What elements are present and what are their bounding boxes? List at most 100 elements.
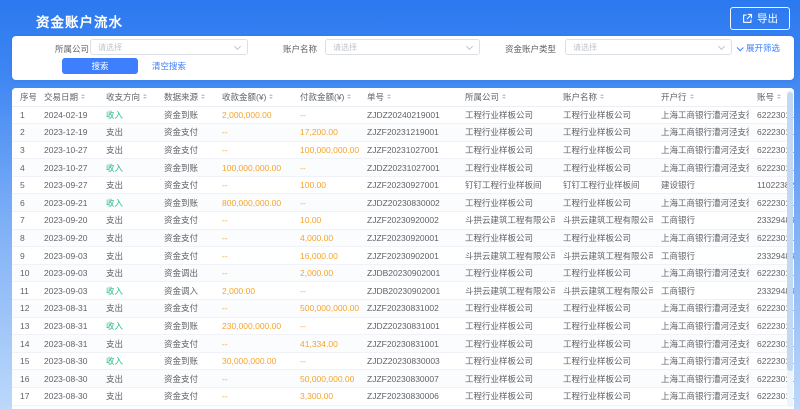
order-number-cell: ZJDB20230902001 [359, 282, 457, 300]
pay-amount-cell: -- [292, 159, 359, 177]
transaction-date-cell: 2023-08-31 [36, 317, 98, 335]
company-cell: 工程行业样板公司 [457, 388, 555, 406]
column-header-2[interactable]: 交易日期 [36, 88, 98, 106]
column-header-5[interactable]: 收款金额(¥) [214, 88, 292, 106]
company-cell: 工程行业样板公司 [457, 229, 555, 247]
account-type-filter-label: 资金账户类型 [505, 43, 556, 55]
vertical-scrollbar[interactable] [787, 90, 793, 407]
direction-cell: 支出 [98, 264, 156, 282]
account-name-cell: 工程行业样板公司 [555, 229, 653, 247]
sort-caret-icon[interactable] [269, 92, 273, 101]
direction-cell: 收入 [98, 352, 156, 370]
column-header-8[interactable]: 所属公司 [457, 88, 555, 106]
sort-caret-icon[interactable] [347, 92, 351, 101]
direction-cell: 支出 [98, 212, 156, 230]
table-row: 22023-12-19支出资金支付--17,200.00ZJZF20231219… [12, 124, 794, 142]
sort-caret-icon[interactable] [690, 92, 694, 101]
sort-caret-icon[interactable] [600, 92, 604, 101]
direction-cell: 支出 [98, 141, 156, 159]
export-icon [742, 13, 753, 24]
account-name-cell: 斗拱云建筑工程有限公司 [555, 282, 653, 300]
table-row: 102023-09-03支出资金调出--2,000.00ZJDB20230902… [12, 264, 794, 282]
table-row: 62023-09-21收入资金到账800,000,000.00--ZJDZ202… [12, 194, 794, 212]
row-index-cell: 12 [12, 300, 36, 318]
sort-caret-icon[interactable] [81, 92, 85, 101]
order-number-cell: ZJDZ20231027001 [359, 159, 457, 177]
table-row: 152023-08-30收入资金到账30,000,000.00--ZJDZ202… [12, 352, 794, 370]
order-number-cell: ZJZF20230830007 [359, 370, 457, 388]
company-cell: 工程行业样板公司 [457, 159, 555, 177]
search-button[interactable]: 搜索 [62, 58, 138, 74]
export-button[interactable]: 导出 [730, 7, 790, 30]
data-source-cell: 资金支付 [156, 124, 214, 142]
column-header-4[interactable]: 数据来源 [156, 88, 214, 106]
sort-caret-icon[interactable] [777, 92, 781, 101]
sort-caret-icon[interactable] [387, 92, 391, 101]
column-header-label: 账号 [757, 91, 774, 103]
order-number-cell: ZJZF20230927001 [359, 176, 457, 194]
company-select-placeholder: 请选择 [98, 42, 122, 53]
row-index-cell: 6 [12, 194, 36, 212]
scrollbar-thumb[interactable] [787, 92, 793, 371]
receive-amount-cell: 230,000,000.00 [214, 317, 292, 335]
company-select[interactable]: 请选择 [90, 39, 248, 55]
receive-amount-cell: 800,000,000.00 [214, 194, 292, 212]
flow-table: 序号交易日期收支方向数据来源收款金额(¥)付款金额(¥)单号所属公司账户名称开户… [12, 88, 794, 406]
direction-cell: 收入 [98, 106, 156, 124]
data-source-cell: 资金到账 [156, 159, 214, 177]
table-row: 72023-09-20支出资金支付--10.00ZJZF20230920002斗… [12, 212, 794, 230]
order-number-cell: ZJDZ20230830003 [359, 352, 457, 370]
column-header-label: 收款金额(¥) [222, 91, 266, 103]
data-source-cell: 资金支付 [156, 141, 214, 159]
transaction-date-cell: 2024-02-19 [36, 106, 98, 124]
receive-amount-cell: -- [214, 229, 292, 247]
sort-caret-icon[interactable] [502, 92, 506, 101]
column-header-10[interactable]: 开户行 [653, 88, 749, 106]
pay-amount-cell: -- [292, 106, 359, 124]
column-header-3[interactable]: 收支方向 [98, 88, 156, 106]
receive-amount-cell: -- [214, 264, 292, 282]
data-source-cell: 资金支付 [156, 176, 214, 194]
column-header-label: 数据来源 [164, 91, 198, 103]
company-cell: 工程行业样板公司 [457, 264, 555, 282]
sort-caret-icon[interactable] [201, 92, 205, 101]
transaction-date-cell: 2023-10-27 [36, 159, 98, 177]
pay-amount-cell: 100.00 [292, 176, 359, 194]
table-row: 142023-08-31支出资金支付--41,334.00ZJZF2023083… [12, 335, 794, 353]
bank-branch-cell: 工商银行 [653, 212, 749, 230]
direction-cell: 支出 [98, 370, 156, 388]
order-number-cell: ZJZF20230920001 [359, 229, 457, 247]
expand-filters-link[interactable]: 展开筛选 [737, 42, 780, 54]
transaction-date-cell: 2023-08-30 [36, 370, 98, 388]
chevron-down-icon [234, 43, 241, 50]
clear-search-button[interactable]: 清空搜索 [148, 58, 190, 74]
order-number-cell: ZJZF20230830006 [359, 388, 457, 406]
direction-cell: 收入 [98, 282, 156, 300]
company-cell: 工程行业样板公司 [457, 106, 555, 124]
sort-caret-icon[interactable] [143, 92, 147, 101]
column-header-7[interactable]: 单号 [359, 88, 457, 106]
column-header-label: 账户名称 [563, 91, 597, 103]
account-type-select[interactable]: 请选择 [565, 39, 732, 55]
company-cell: 工程行业样板公司 [457, 141, 555, 159]
order-number-cell: ZJDZ20230830002 [359, 194, 457, 212]
account-name-select[interactable]: 请选择 [325, 39, 480, 55]
table-header-row: 序号交易日期收支方向数据来源收款金额(¥)付款金额(¥)单号所属公司账户名称开户… [12, 88, 794, 106]
direction-cell: 收入 [98, 317, 156, 335]
direction-cell: 支出 [98, 229, 156, 247]
row-index-cell: 16 [12, 370, 36, 388]
account-name-select-placeholder: 请选择 [333, 42, 357, 53]
transaction-date-cell: 2023-08-31 [36, 335, 98, 353]
column-header-9[interactable]: 账户名称 [555, 88, 653, 106]
transaction-date-cell: 2023-10-27 [36, 141, 98, 159]
table-row: 52023-09-27支出资金支付--100.00ZJZF20230927001… [12, 176, 794, 194]
account-name-cell: 工程行业样板公司 [555, 194, 653, 212]
bank-branch-cell: 上海工商银行漕河泾支行 [653, 264, 749, 282]
pay-amount-cell: -- [292, 352, 359, 370]
data-source-cell: 资金到账 [156, 352, 214, 370]
flow-table-card: 序号交易日期收支方向数据来源收款金额(¥)付款金额(¥)单号所属公司账户名称开户… [12, 88, 794, 409]
column-header-6[interactable]: 付款金额(¥) [292, 88, 359, 106]
chevron-down-icon [466, 43, 473, 50]
account-name-cell: 工程行业样板公司 [555, 317, 653, 335]
row-index-cell: 1 [12, 106, 36, 124]
